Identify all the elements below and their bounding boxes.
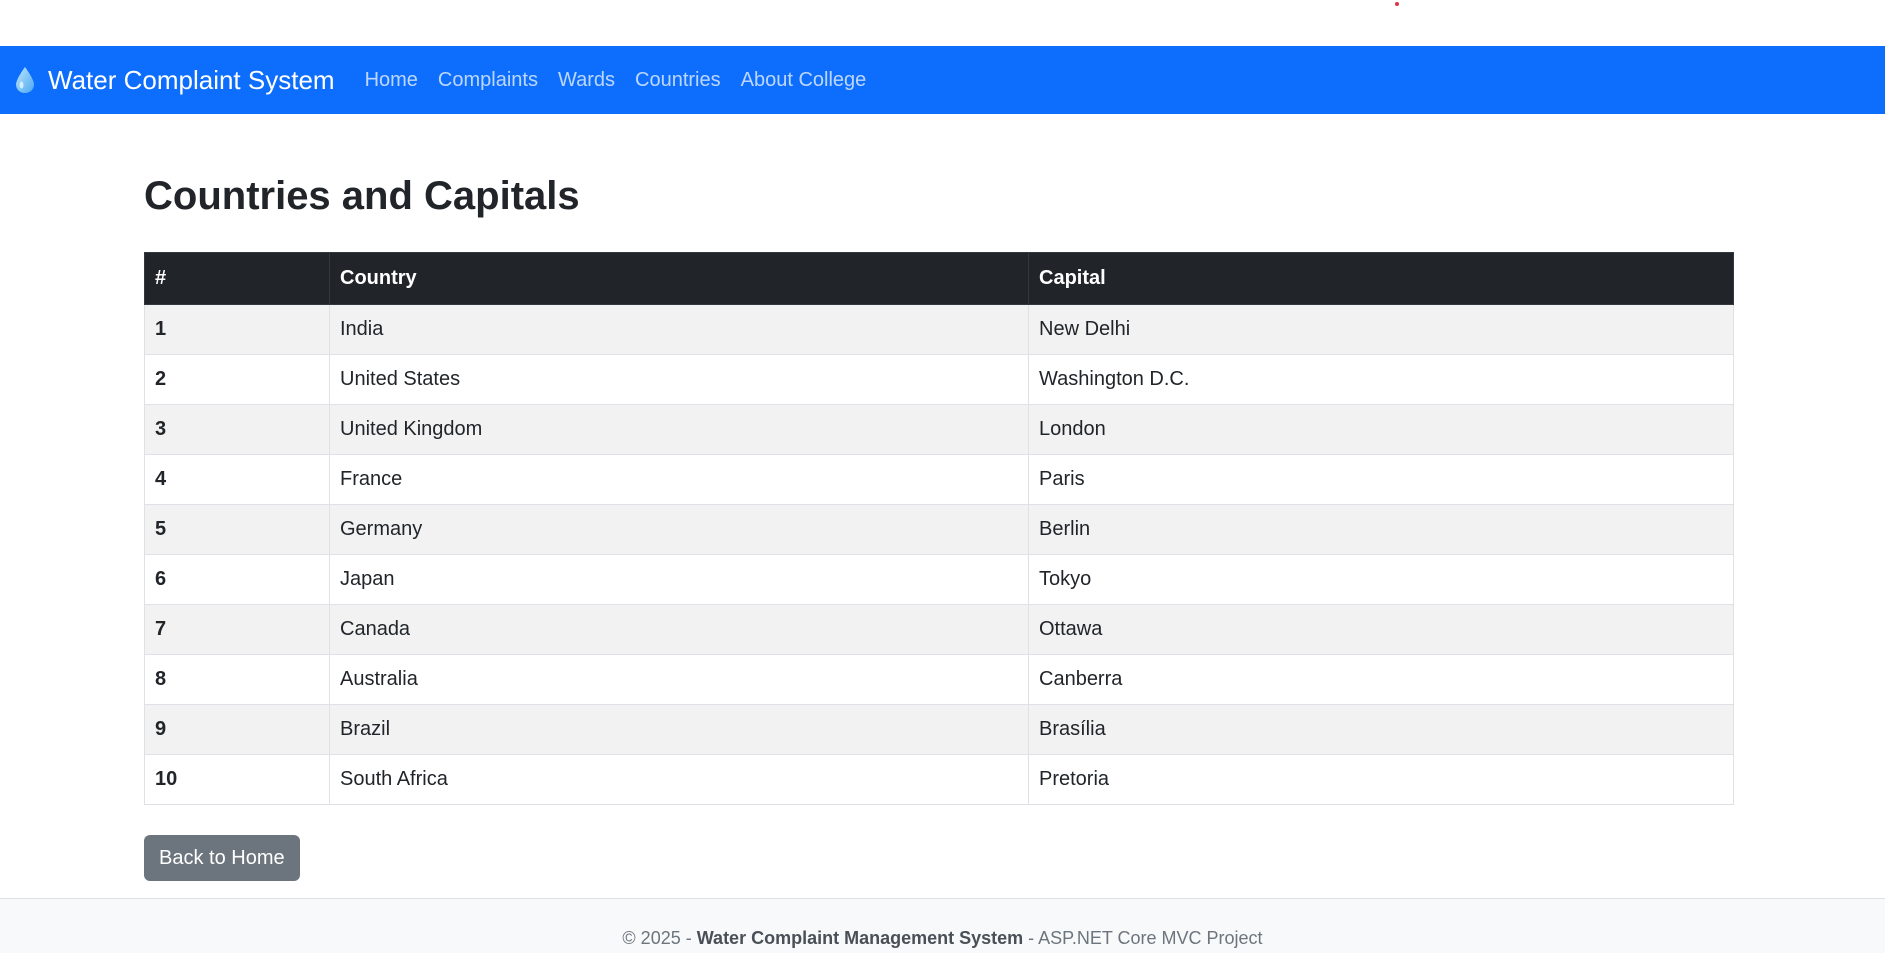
nav-links: Home Complaints Wards Countries About Co… bbox=[365, 69, 887, 92]
row-capital: Berlin bbox=[1028, 504, 1734, 555]
table-header-row: # Country Capital bbox=[144, 252, 1734, 305]
top-strip bbox=[0, 0, 1885, 46]
row-number: 1 bbox=[144, 304, 330, 355]
nav-link-home[interactable]: Home bbox=[365, 69, 418, 92]
row-capital: Pretoria bbox=[1028, 754, 1734, 805]
row-number: 5 bbox=[144, 504, 330, 555]
table-row: 4 France Paris bbox=[144, 454, 1734, 505]
nav-link-complaints[interactable]: Complaints bbox=[438, 69, 538, 92]
row-number: 4 bbox=[144, 454, 330, 505]
row-country: Japan bbox=[329, 554, 1029, 605]
table-body: 1 India New Delhi 2 United States Washin… bbox=[144, 304, 1734, 805]
nav-link-wards[interactable]: Wards bbox=[558, 69, 615, 92]
table-row: 3 United Kingdom London bbox=[144, 404, 1734, 455]
main-container: Countries and Capitals # Country Capital… bbox=[144, 114, 1734, 881]
row-number: 2 bbox=[144, 354, 330, 405]
table-row: 6 Japan Tokyo bbox=[144, 554, 1734, 605]
row-capital: Ottawa bbox=[1028, 604, 1734, 655]
row-number: 9 bbox=[144, 704, 330, 755]
page-title: Countries and Capitals bbox=[144, 174, 580, 218]
brand-label: Water Complaint System bbox=[48, 64, 335, 95]
footer-copyright: © 2025 - bbox=[622, 928, 697, 948]
row-country: France bbox=[329, 454, 1029, 505]
red-dot bbox=[1395, 2, 1399, 6]
row-country: United States bbox=[329, 354, 1029, 405]
row-number: 10 bbox=[144, 754, 330, 805]
row-capital: Paris bbox=[1028, 454, 1734, 505]
footer-system-name: Water Complaint Management System bbox=[696, 928, 1024, 948]
row-number: 7 bbox=[144, 604, 330, 655]
row-number: 8 bbox=[144, 654, 330, 705]
row-country: India bbox=[329, 304, 1029, 355]
footer-project: - ASP.NET Core MVC Project bbox=[1023, 928, 1263, 948]
header-number: # bbox=[144, 252, 330, 305]
table-header: # Country Capital bbox=[144, 252, 1734, 305]
row-capital: Brasília bbox=[1028, 704, 1734, 755]
page: Water Complaint System Home Complaints W… bbox=[0, 0, 1885, 953]
row-country: Canada bbox=[329, 604, 1029, 655]
navbar-brand[interactable]: Water Complaint System bbox=[14, 65, 335, 96]
row-capital: Washington D.C. bbox=[1028, 354, 1734, 405]
table-row: 5 Germany Berlin bbox=[144, 504, 1734, 555]
row-number: 3 bbox=[144, 404, 330, 455]
row-capital: Canberra bbox=[1028, 654, 1734, 705]
row-number: 6 bbox=[144, 554, 330, 605]
water-drop-icon bbox=[14, 66, 36, 94]
header-capital: Capital bbox=[1028, 252, 1734, 305]
row-country: Brazil bbox=[329, 704, 1029, 755]
countries-table: # Country Capital 1 India New Delhi 2 Un… bbox=[144, 252, 1734, 805]
nav-link-countries[interactable]: Countries bbox=[635, 69, 721, 92]
table-row: 9 Brazil Brasília bbox=[144, 704, 1734, 755]
table-row: 10 South Africa Pretoria bbox=[144, 754, 1734, 805]
row-country: United Kingdom bbox=[329, 404, 1029, 455]
row-country: Germany bbox=[329, 504, 1029, 555]
nav-link-about-college[interactable]: About College bbox=[741, 69, 867, 92]
row-capital: London bbox=[1028, 404, 1734, 455]
row-capital: New Delhi bbox=[1028, 304, 1734, 355]
table-row: 1 India New Delhi bbox=[144, 304, 1734, 355]
table-row: 2 United States Washington D.C. bbox=[144, 354, 1734, 405]
table-row: 8 Australia Canberra bbox=[144, 654, 1734, 705]
row-country: Australia bbox=[329, 654, 1029, 705]
footer: © 2025 - Water Complaint Management Syst… bbox=[0, 898, 1885, 953]
navbar: Water Complaint System Home Complaints W… bbox=[0, 46, 1885, 114]
row-capital: Tokyo bbox=[1028, 554, 1734, 605]
row-country: South Africa bbox=[329, 754, 1029, 805]
header-country: Country bbox=[329, 252, 1029, 305]
back-to-home-button[interactable]: Back to Home bbox=[144, 835, 300, 881]
table-row: 7 Canada Ottawa bbox=[144, 604, 1734, 655]
